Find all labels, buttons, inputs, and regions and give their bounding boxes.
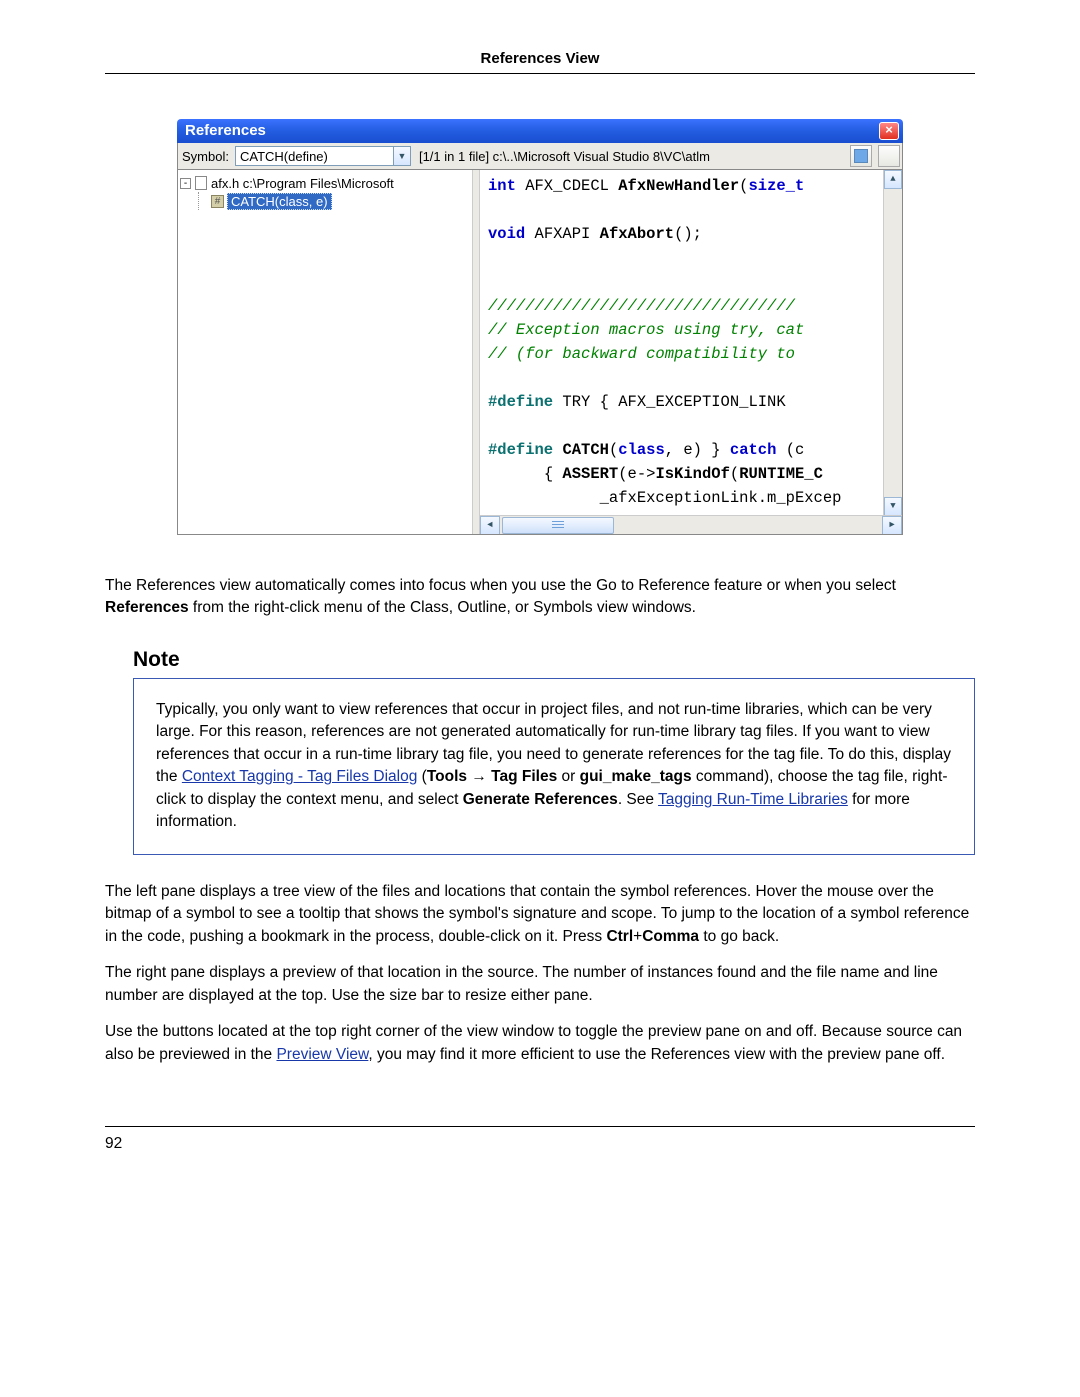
code-token: { [544,465,563,483]
scroll-right-icon[interactable]: ► [882,516,902,534]
code-token: catch [730,441,777,459]
code-comment: ///////////////////////////////// [488,294,894,318]
close-icon[interactable]: × [879,122,899,140]
text: to go back. [699,928,779,945]
text: The References view automatically comes … [105,577,896,594]
code-token: #define [488,393,553,411]
text-bold: Comma [642,928,699,945]
code-comment: // Exception macros using try, cat [488,318,894,342]
code-token: (); [674,225,702,243]
scroll-up-icon[interactable]: ▲ [884,170,902,189]
page-footer: 92 [105,1126,975,1153]
tree-symbol-label: CATCH(class, e) [227,193,332,210]
text-bold: Tag Files [491,768,557,785]
vertical-scrollbar[interactable]: ▲ ▼ [883,170,902,516]
tree-pane[interactable]: - afx.h c:\Program Files\Microsoft # CAT… [178,170,472,534]
references-window: References × Symbol: CATCH(define) ▼ [1/… [177,119,903,535]
chevron-down-icon[interactable]: ▼ [393,147,410,165]
text-bold: Ctrl [606,928,633,945]
collapse-icon[interactable]: - [180,178,191,189]
note-box: Typically, you only want to view referen… [133,678,975,855]
tree-symbol-row[interactable]: # CATCH(class, e) [211,192,470,210]
toolbar: Symbol: CATCH(define) ▼ [1/1 in 1 file] … [177,143,903,170]
code-token: AFXAPI [525,225,599,243]
code-token: AfxAbort [600,225,674,243]
paragraph: The right pane displays a preview of tha… [105,962,975,1007]
code-token: ( [609,441,618,459]
text: , you may find it more efficient to use … [368,1046,945,1063]
text-bold: References [105,599,189,616]
text: or [557,768,579,785]
code-token: AFX_CDECL [516,177,618,195]
code-token: size_t [748,177,804,195]
scroll-left-icon[interactable]: ◄ [480,516,500,534]
horizontal-scrollbar[interactable]: ◄ ► [480,515,902,534]
text: . See [618,791,658,808]
code-comment: // (for backward compatibility to [488,342,894,366]
text-bold: Generate References [463,791,618,808]
code-token: (c [776,441,804,459]
page-header: References View [105,50,975,74]
file-icon [195,176,207,190]
text: The left pane displays a tree view of th… [105,883,969,945]
splitter[interactable] [472,170,480,534]
note-heading: Note [133,648,975,672]
tree-file-row[interactable]: - afx.h c:\Program Files\Microsoft [180,174,470,192]
code-token: (e-> [618,465,655,483]
paragraph: The left pane displays a tree view of th… [105,881,975,948]
status-text: [1/1 in 1 file] c:\..\Microsoft Visual S… [415,149,844,164]
code-token: int [488,177,516,195]
paragraph: The References view automatically comes … [105,575,975,620]
code-token: ( [730,465,739,483]
code-token: , e) } [665,441,730,459]
code-token: #define [488,441,553,459]
tree-file-label: afx.h c:\Program Files\Microsoft [211,176,394,191]
link-preview-view[interactable]: Preview View [276,1046,368,1063]
symbol-label: Symbol: [180,149,231,164]
code-content: int AFX_CDECL AfxNewHandler(size_t void … [480,170,902,510]
text: from the right-click menu of the Class, … [189,599,696,616]
toggle-preview-button[interactable] [850,145,872,167]
hash-icon: # [211,195,224,208]
scroll-thumb[interactable] [502,517,614,534]
text-bold: Tools [427,768,467,785]
code-token: CATCH [562,441,609,459]
document-body: The References view automatically comes … [105,575,975,1066]
paragraph: Use the buttons located at the top right… [105,1021,975,1066]
text: ( [417,768,426,785]
code-preview-pane[interactable]: int AFX_CDECL AfxNewHandler(size_t void … [480,170,902,534]
code-token: void [488,225,525,243]
code-token: IsKindOf [655,465,729,483]
scroll-down-icon[interactable]: ▼ [884,497,902,516]
symbol-value: CATCH(define) [240,149,328,164]
text-bold: gui_make_tags [580,768,692,785]
code-token: TRY { AFX_EXCEPTION_LINK [553,393,786,411]
toolbar-button[interactable] [878,145,900,167]
code-token: AfxNewHandler [618,177,739,195]
code-token: _afxExceptionLink.m_pExcep [600,489,842,507]
code-token: RUNTIME_C [739,465,823,483]
link-context-tagging[interactable]: Context Tagging - Tag Files Dialog [182,768,418,785]
text: → [467,768,491,785]
text: + [633,928,642,945]
titlebar: References × [177,119,903,143]
code-token: class [618,441,665,459]
window-title: References [185,119,266,143]
symbol-combo[interactable]: CATCH(define) ▼ [235,146,411,166]
link-tagging-runtime[interactable]: Tagging Run-Time Libraries [658,791,848,808]
page-number: 92 [105,1135,122,1152]
code-token: ASSERT [562,465,618,483]
